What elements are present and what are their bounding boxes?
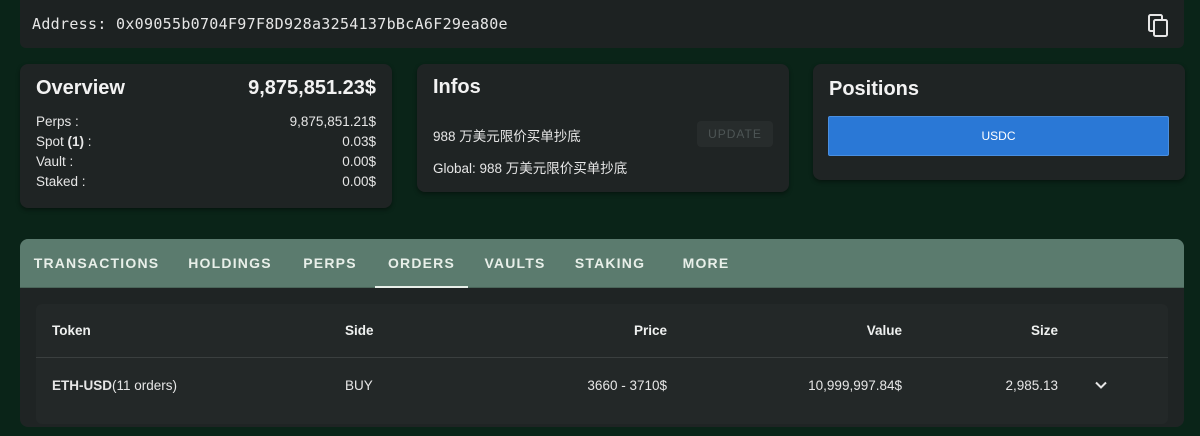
spot-count: (1): [67, 134, 85, 149]
row-size: 2,985.13: [1005, 377, 1058, 393]
chevron-down-icon[interactable]: [1094, 359, 1108, 411]
tab-bar: TRANSACTIONS HOLDINGS PERPS ORDERS VAULT…: [20, 239, 1184, 288]
overview-row-label: Staked :: [36, 174, 86, 189]
header-price[interactable]: Price: [634, 304, 667, 357]
address-bar: Address: 0x09055b0704F97F8D928a3254137bB…: [20, 0, 1184, 48]
overview-row-value: 0.00$: [342, 174, 376, 189]
header-token[interactable]: Token: [52, 304, 91, 357]
infos-line-global: Global: 988 万美元限价买单抄底: [433, 161, 628, 176]
order-count: (11 orders): [112, 377, 178, 393]
update-button[interactable]: UPDATE: [697, 121, 773, 147]
overview-row-value: 9,875,851.21$: [289, 114, 376, 129]
overview-row-spot: Spot (1) : 0.03$: [36, 132, 376, 152]
positions-card: Positions USDC: [813, 64, 1185, 180]
overview-card: Overview 9,875,851.23$ Perps : 9,875,851…: [20, 64, 392, 208]
address-value[interactable]: 0x09055b0704F97F8D928a3254137bBcA6F29ea8…: [116, 15, 508, 33]
overview-row-value: 0.03$: [342, 134, 376, 149]
overview-title: Overview: [36, 76, 125, 99]
usdc-position-button[interactable]: USDC: [828, 116, 1169, 156]
table-header: Token Side Price Value Size: [36, 304, 1168, 358]
overview-row-perps: Perps : 9,875,851.21$: [36, 112, 376, 132]
row-value: 10,999,997.84$: [808, 377, 902, 393]
tab-perps[interactable]: PERPS: [287, 239, 373, 288]
address-label: Address:: [32, 15, 107, 33]
tab-holdings[interactable]: HOLDINGS: [175, 239, 285, 288]
tab-orders[interactable]: ORDERS: [375, 239, 468, 288]
tab-transactions[interactable]: TRANSACTIONS: [20, 239, 173, 288]
copy-icon[interactable]: [1148, 14, 1170, 38]
tab-staking[interactable]: STAKING: [562, 239, 658, 288]
infos-title: Infos: [433, 76, 481, 98]
overview-row-value: 0.00$: [342, 154, 376, 169]
overview-row-label: Perps :: [36, 114, 79, 129]
row-side: BUY: [345, 377, 373, 393]
infos-card: Infos 988 万美元限价买单抄底 UPDATE Global: 988 万…: [417, 64, 789, 192]
header-value[interactable]: Value: [867, 304, 902, 357]
address-text: Address: 0x09055b0704F97F8D928a3254137bB…: [32, 15, 508, 33]
header-size[interactable]: Size: [1031, 304, 1058, 357]
header-side[interactable]: Side: [345, 304, 374, 357]
overview-row-label: Vault :: [36, 154, 74, 169]
tab-more[interactable]: MORE: [660, 239, 752, 288]
row-token: ETH-USD (11 orders): [52, 359, 177, 411]
tab-vaults[interactable]: VAULTS: [470, 239, 560, 288]
token-symbol: ETH-USD: [52, 377, 112, 393]
table-row[interactable]: ETH-USD (11 orders) BUY 3660 - 3710$ 10,9…: [36, 359, 1168, 411]
overview-row-vault: Vault : 0.00$: [36, 152, 376, 172]
overview-row-staked: Staked : 0.00$: [36, 172, 376, 192]
row-price: 3660 - 3710$: [587, 377, 667, 393]
orders-table: Token Side Price Value Size ETH-USD (11 o…: [36, 304, 1168, 424]
orders-panel: TRANSACTIONS HOLDINGS PERPS ORDERS VAULT…: [20, 239, 1184, 427]
infos-line-1: 988 万美元限价买单抄底: [433, 129, 581, 144]
overview-row-label: Spot (1) :: [36, 134, 92, 149]
overview-total: 9,875,851.23$: [248, 76, 376, 99]
positions-title: Positions: [829, 78, 920, 100]
